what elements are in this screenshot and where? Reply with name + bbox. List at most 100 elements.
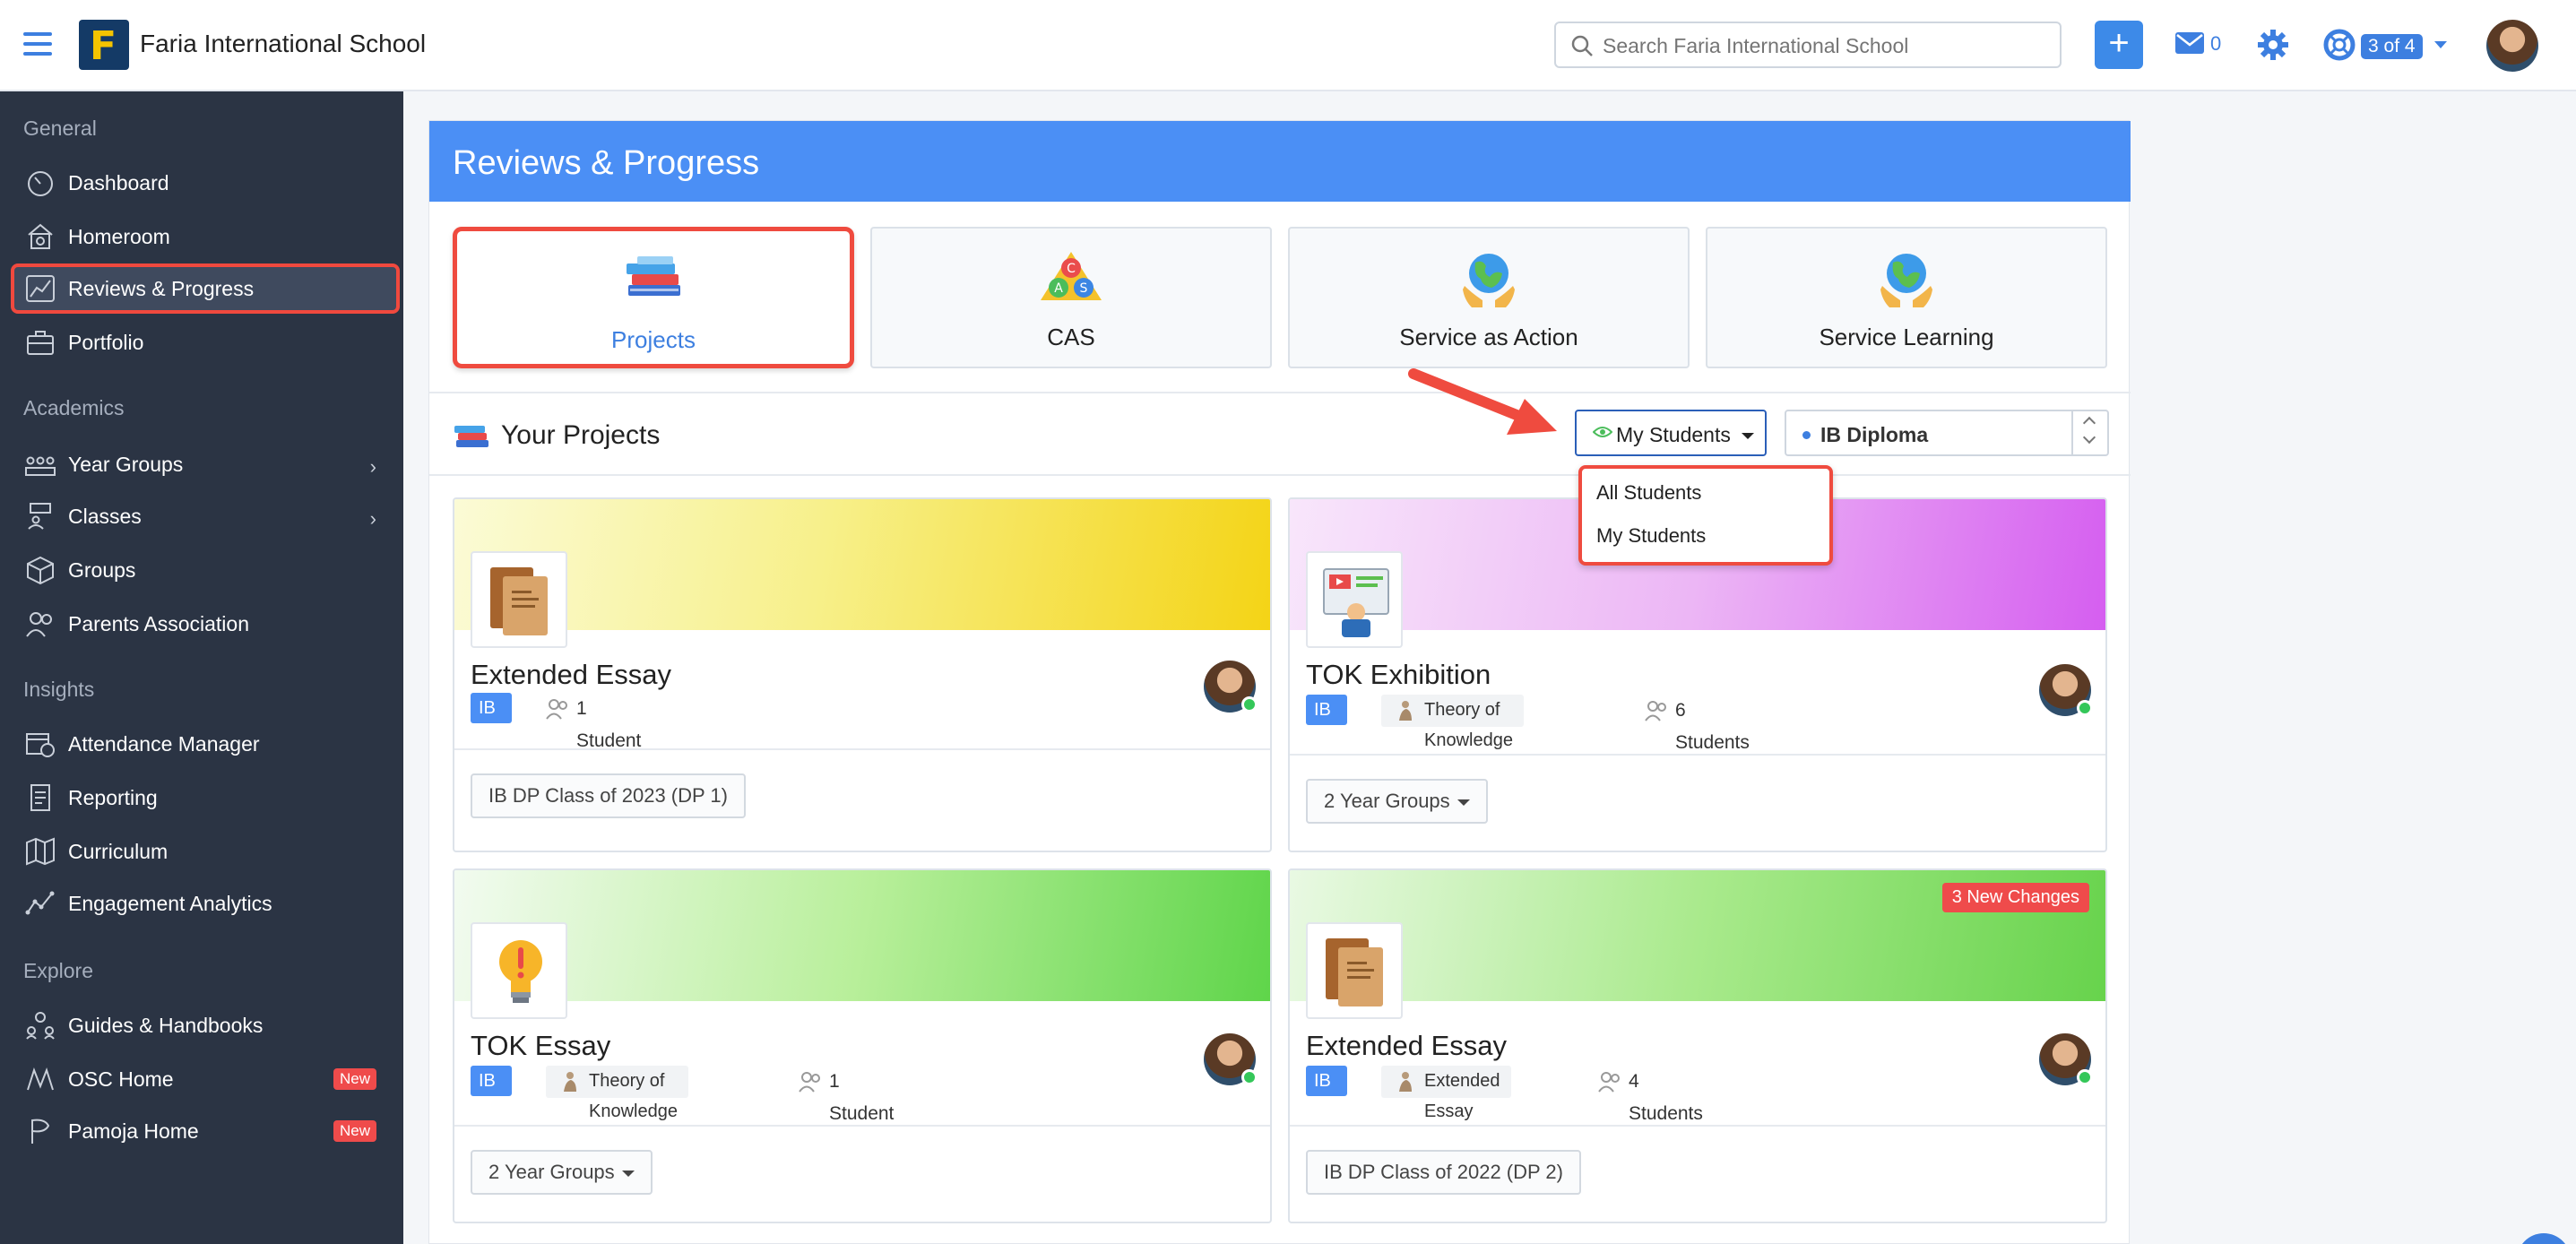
new-changes-badge[interactable]: 3 New Changes	[1941, 883, 2089, 912]
search-box[interactable]	[1554, 22, 2062, 68]
sidebar-item-pamoja-home[interactable]: Pamoja Home New	[11, 1106, 400, 1156]
menu-item-my-students[interactable]: My Students	[1596, 524, 1706, 548]
online-status	[1241, 1069, 1258, 1085]
sidebar-item-portfolio[interactable]: Portfolio	[11, 317, 400, 367]
teacher-avatar[interactable]	[1204, 1033, 1258, 1085]
dashboard-icon	[28, 171, 53, 196]
sidebar-item-year-groups[interactable]: Year Groups ›	[11, 439, 400, 489]
chart-line-icon	[26, 275, 55, 302]
add-button[interactable]: +	[2095, 21, 2143, 69]
student-count-text: 1 Student	[576, 698, 642, 751]
project-thumbnail	[471, 922, 567, 1019]
sidebar-item-label: Homeroom	[68, 225, 170, 248]
year-groups-dropdown[interactable]: 2 Year Groups	[1306, 779, 1488, 824]
sidebar-item-guides-handbooks[interactable]: Guides & Handbooks	[11, 1000, 400, 1050]
menu-item-all-students[interactable]: All Students	[1596, 481, 1701, 505]
gear-icon[interactable]	[2257, 29, 2289, 61]
help-progress-badge[interactable]: 3 of 4	[2361, 34, 2423, 59]
analytics-icon	[25, 891, 55, 915]
project-title[interactable]: Extended Essay	[471, 659, 671, 691]
program-tag: IB DP	[471, 1066, 512, 1121]
chat-bubble-button[interactable]	[2517, 1233, 2571, 1244]
cas-icon: C A S	[1041, 252, 1102, 300]
teacher-avatar[interactable]	[2039, 1033, 2093, 1085]
calendar-clock-icon	[26, 733, 55, 757]
thinker-icon	[1399, 1072, 1412, 1092]
help-lifebuoy-icon[interactable]	[2323, 29, 2356, 61]
sidebar-item-curriculum[interactable]: Curriculum	[11, 826, 400, 877]
project-title[interactable]: TOK Exhibition	[1306, 659, 1491, 691]
annotation-arrow-icon	[1408, 368, 1557, 435]
divider	[1290, 1125, 2105, 1127]
type-card-service-learning[interactable]: Service Learning	[1706, 227, 2107, 368]
type-card-service-as-action[interactable]: Service as Action	[1288, 227, 1690, 368]
type-card-projects[interactable]: Projects	[453, 227, 854, 368]
teacher-avatar[interactable]	[2039, 664, 2093, 716]
hamburger-menu-icon[interactable]	[23, 32, 52, 57]
people-network-icon	[26, 1012, 55, 1040]
school-logo[interactable]: F	[79, 20, 129, 70]
project-card-extended-essay-2[interactable]: 3 New Changes Extended Essay IB DP Exten…	[1288, 868, 2107, 1223]
chevron-down-icon[interactable]	[2434, 41, 2447, 48]
sidebar-item-engagement-analytics[interactable]: Engagement Analytics	[11, 878, 400, 929]
reviews-progress-panel: Reviews & Progress Projects C A S CAS Se…	[428, 120, 2131, 1244]
mail-count: 0	[2210, 32, 2222, 55]
eye-icon	[1593, 427, 1612, 437]
books-folder-icon	[1326, 938, 1383, 1006]
thinker-icon	[1399, 701, 1412, 721]
year-group-badge[interactable]: IB DP Class of 2022 (DP 2)	[1306, 1150, 1581, 1195]
people-icon	[1598, 1072, 1620, 1093]
project-title[interactable]: Extended Essay	[1306, 1030, 1507, 1062]
panel-header: Reviews & Progress	[429, 121, 2131, 202]
sidebar-item-groups[interactable]: Groups	[11, 545, 400, 595]
project-thumbnail	[1306, 551, 1403, 648]
top-bar: F Faria International School + 0 3 of 4	[0, 0, 2576, 91]
new-badge: New	[333, 1068, 376, 1090]
project-title[interactable]: TOK Essay	[471, 1030, 610, 1062]
subject-label: Theory of Knowledge	[1424, 700, 1513, 750]
osc-icon	[27, 1067, 54, 1091]
program-spinner[interactable]	[2071, 411, 2107, 454]
sidebar-item-classes[interactable]: Classes ›	[11, 491, 400, 541]
briefcase-icon	[27, 331, 54, 355]
teacher-avatar[interactable]	[1204, 661, 1258, 713]
program-tag: IB DP	[1306, 695, 1347, 750]
year-groups-icon	[25, 456, 56, 476]
sidebar-section-explore: Explore	[23, 959, 93, 982]
project-thumbnail	[1306, 922, 1403, 1019]
sidebar-section-insights: Insights	[23, 678, 95, 701]
sidebar-item-homeroom[interactable]: Homeroom	[11, 212, 400, 262]
student-filter-menu: All Students My Students	[1578, 465, 1833, 566]
sidebar-item-parents-association[interactable]: Parents Association	[11, 599, 400, 649]
program-select[interactable]: IB Diploma	[1785, 410, 2109, 456]
search-input[interactable]	[1603, 32, 2051, 59]
sidebar-item-label: Year Groups	[68, 453, 184, 476]
sidebar-item-label: Engagement Analytics	[68, 892, 272, 915]
school-name[interactable]: Faria International School	[140, 30, 426, 58]
student-count-text: 1 Student	[829, 1071, 895, 1124]
year-group-badge[interactable]: IB DP Class of 2023 (DP 1)	[471, 773, 746, 818]
type-card-label: Service Learning	[1819, 324, 1994, 350]
globe-hands-icon	[1880, 254, 1932, 307]
svg-text:C: C	[1067, 262, 1076, 276]
type-card-cas[interactable]: C A S CAS	[870, 227, 1272, 368]
online-status	[2077, 1069, 2093, 1085]
cube-icon	[27, 556, 54, 584]
sidebar-item-dashboard[interactable]: Dashboard	[11, 158, 400, 208]
books-folder-icon	[490, 567, 548, 635]
sidebar-item-reviews-progress[interactable]: Reviews & Progress	[11, 263, 400, 314]
mail-icon[interactable]	[2174, 30, 2205, 56]
section-title: Your Projects	[501, 420, 661, 450]
user-avatar[interactable]	[2486, 20, 2538, 72]
sidebar-item-label: Dashboard	[68, 171, 169, 194]
year-groups-dropdown[interactable]: 2 Year Groups	[471, 1150, 653, 1195]
sidebar-item-attendance-manager[interactable]: Attendance Manager	[11, 719, 400, 769]
project-card-extended-essay[interactable]: Extended Essay IB DP 1 Student IB DP Cla…	[453, 497, 1272, 852]
project-card-tok-essay[interactable]: TOK Essay IB DP Theory of Knowledge 1 St…	[453, 868, 1272, 1223]
student-count: 1 Student	[799, 1066, 894, 1130]
sidebar-item-reporting[interactable]: Reporting	[11, 773, 400, 823]
lightbulb-icon	[499, 940, 542, 1003]
document-icon	[30, 784, 50, 811]
student-filter-dropdown[interactable]: My Students	[1575, 410, 1767, 456]
sidebar-item-osc-home[interactable]: OSC Home New	[11, 1054, 400, 1104]
